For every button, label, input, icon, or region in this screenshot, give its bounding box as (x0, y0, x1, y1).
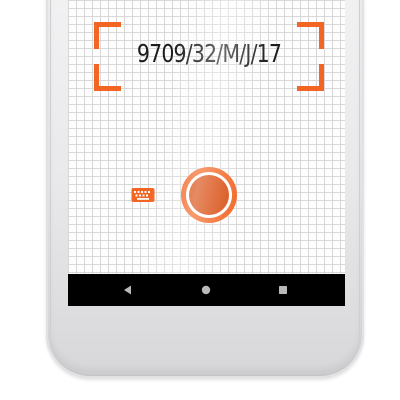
capture-button-ring (186, 172, 232, 218)
recognized-text: 9709/32/M/J/17 (136, 39, 282, 68)
camera-viewfinder[interactable]: 9709/32/M/J/17 (68, 0, 345, 274)
stage: 9709/32/M/J/17 (0, 0, 400, 400)
keyboard-input-button[interactable] (131, 187, 155, 203)
keyboard-icon (131, 188, 155, 202)
android-nav-bar (68, 274, 345, 306)
nav-back-button[interactable] (108, 274, 148, 306)
recents-square-icon (279, 286, 287, 294)
capture-button[interactable] (181, 167, 237, 223)
nav-recents-button[interactable] (263, 274, 303, 306)
nav-home-button[interactable] (186, 274, 226, 306)
back-triangle-icon (124, 285, 131, 295)
home-circle-icon (201, 285, 211, 295)
camera-shutter-icon (189, 175, 229, 215)
